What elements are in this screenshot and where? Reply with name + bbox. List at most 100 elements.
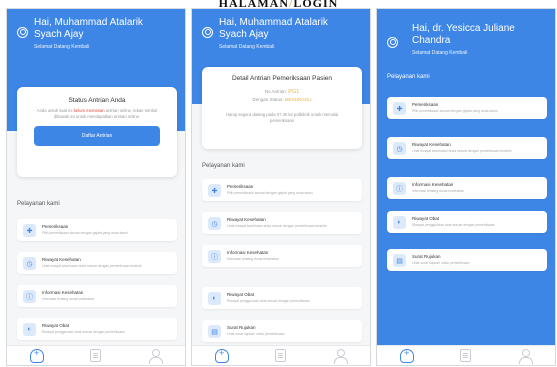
status-label: Dengan Status:: [252, 97, 284, 102]
home-icon[interactable]: [215, 348, 230, 363]
service-desc: Riwayat penggunaan obat sesuai dengan pe…: [42, 330, 125, 334]
service-title: Informasi Kesehatan: [227, 250, 269, 255]
user-icon[interactable]: [333, 348, 348, 364]
service-title: Informasi Kesehatan: [42, 290, 84, 295]
service-desc: Informasi tentang dunia kesehatan: [42, 297, 95, 301]
service-item-informasi-kesehatan[interactable]: ⓘ Informasi Kesehatan Informasi tentang d…: [202, 245, 362, 267]
greeting-line-2: Syach Ajay: [34, 29, 84, 40]
register-queue-button[interactable]: Daftar Antrian: [34, 126, 160, 146]
services-heading: Pelayanan kami: [202, 163, 245, 169]
card-title: Detail Antrian Pemeriksaan Pasien: [231, 75, 333, 82]
profile-icon[interactable]: [387, 37, 398, 48]
service-title: Riwayat Obat: [412, 216, 440, 221]
history-icon: ◷: [393, 142, 406, 155]
service-desc: Riwayat penggunaan obat sesuai dengan pe…: [412, 223, 495, 227]
service-item-informasi-kesehatan[interactable]: ⓘ Informasi Kesehatan Informasi tentang d…: [387, 177, 547, 199]
card-title: Status Antrian Anda: [68, 97, 126, 104]
info-icon: ⓘ: [208, 250, 221, 263]
queue-status-card: Status Antrian Anda Anda untuk saat ini …: [17, 87, 177, 177]
info-icon: ⓘ: [23, 290, 36, 303]
service-item-pemeriksaan[interactable]: ✚ Pemeriksaan Pilih pemeriksaan sesuai de…: [202, 179, 362, 201]
service-title: Surat Rujukan: [412, 254, 441, 259]
pill-icon: ◐: [208, 292, 221, 305]
service-title: Riwayat Kesehatan: [227, 217, 266, 222]
service-title: Riwayat Obat: [42, 323, 70, 328]
document-icon: ▤: [393, 254, 406, 267]
screen-collage: HALAMAN/LOGIN Hai, Muhammad Atalarik Sya…: [0, 0, 557, 367]
greeting-row: Hai, Muhammad Atalarik Syach Ajay Selama…: [17, 17, 175, 50]
history-icon: ◷: [23, 257, 36, 270]
history-icon: ◷: [208, 217, 221, 230]
pill-icon: ◐: [23, 323, 36, 336]
service-title: Informasi Kesehatan: [412, 182, 454, 187]
service-item-pemeriksaan[interactable]: ✚ Pemeriksaan Pilih pemeriksaan sesuai de…: [387, 97, 547, 119]
service-item-informasi-kesehatan[interactable]: ⓘ Informasi Kesehatan Informasi tentang d…: [17, 285, 177, 307]
greeting-line-1: Hai, dr. Yesicca Juliane: [412, 23, 515, 34]
document-icon[interactable]: [460, 349, 472, 362]
service-desc: Riwayat penggunaan obat sesuai dengan pe…: [227, 299, 310, 303]
queue-code: PG1: [288, 89, 300, 95]
service-desc: Lihat riwayat kesehatan anda sesuai deng…: [227, 224, 327, 228]
greeting-row: Hai, dr. Yesicca Juliane Chandra Selamat…: [387, 23, 545, 56]
service-title: Riwayat Kesehatan: [412, 142, 451, 147]
service-desc: Pilih pemeriksaan sesuai dengan gejala y…: [227, 191, 313, 195]
service-item-pemeriksaan[interactable]: ✚ Pemeriksaan Pilih pemeriksaan sesuai de…: [17, 219, 177, 241]
greeting-line-2: Syach Ajay: [219, 29, 269, 40]
desc-prefix: Anda untuk saat ini: [36, 108, 73, 113]
service-title: Pemeriksaan: [227, 184, 254, 189]
service-item-surat-rujukan[interactable]: ▤ Surat Rujukan Lihat surat rujukan untuk…: [387, 249, 547, 271]
service-title: Surat Rujukan: [227, 325, 256, 330]
phone-screen-patient-queue: Hai, Muhammad Atalarik Syach Ajay Selama…: [191, 8, 371, 366]
profile-icon[interactable]: [17, 27, 28, 38]
greeting-line-1: Hai, Muhammad Atalarik: [219, 17, 328, 28]
greeting-subtitle: Selamat Datang Kembali: [412, 50, 468, 56]
home-icon[interactable]: [400, 348, 415, 363]
service-title: Riwayat Obat: [227, 292, 255, 297]
status-badge: MENUNGGU: [284, 97, 312, 102]
service-item-riwayat-obat[interactable]: ◐ Riwayat Obat Riwayat penggunaan obat se…: [387, 211, 547, 233]
service-title: Riwayat Kesehatan: [42, 257, 81, 262]
stethoscope-icon: ✚: [23, 224, 36, 237]
document-icon[interactable]: [275, 349, 287, 362]
desc-highlight: belum memesan: [73, 108, 105, 113]
service-item-riwayat-kesehatan[interactable]: ◷ Riwayat Kesehatan Lihat riwayat kesehat…: [387, 137, 547, 159]
greeting-row: Hai, Muhammad Atalarik Syach Ajay Selama…: [202, 17, 360, 50]
queue-detail-card: Detail Antrian Pemeriksaan Pasien No Ant…: [202, 67, 362, 149]
queue-status-row: Dengan Status: MENUNGGU: [202, 96, 362, 103]
service-item-riwayat-kesehatan[interactable]: ◷ Riwayat Kesehatan Lihat riwayat kesehat…: [202, 212, 362, 234]
phone-screen-doctor: Hai, dr. Yesicca Juliane Chandra Selamat…: [376, 8, 556, 366]
greeting-line-2: Chandra: [412, 35, 451, 46]
user-icon[interactable]: [148, 348, 163, 364]
service-desc: Lihat surat rujukan untuk pemeriksaan: [412, 261, 470, 265]
stethoscope-icon: ✚: [393, 102, 406, 115]
service-desc: Pilih pemeriksaan sesuai dengan gejala y…: [42, 231, 128, 235]
queue-number-row: No Antrian: PG1: [202, 88, 362, 96]
service-item-surat-rujukan[interactable]: ▤ Surat Rujukan Lihat surat rujukan untuk…: [202, 320, 362, 342]
info-icon: ⓘ: [393, 182, 406, 195]
service-desc: Lihat riwayat kesehatan anda sesuai deng…: [412, 149, 512, 153]
queue-note: Harap segera datang pada 07.30 ke polikl…: [225, 112, 339, 123]
bottom-nav: [377, 345, 555, 365]
service-item-riwayat-obat[interactable]: ◐ Riwayat Obat Riwayat penggunaan obat se…: [202, 287, 362, 309]
service-title: Pemeriksaan: [412, 102, 439, 107]
greeting-line-1: Hai, Muhammad Atalarik: [34, 17, 143, 28]
bottom-nav: [7, 345, 185, 365]
pill-icon: ◐: [393, 216, 406, 229]
service-item-riwayat-obat[interactable]: ◐ Riwayat Obat Riwayat penggunaan obat se…: [17, 318, 177, 340]
services-heading: Pelayanan kami: [17, 201, 60, 207]
profile-icon[interactable]: [202, 27, 213, 38]
phone-screen-patient-empty: Hai, Muhammad Atalarik Syach Ajay Selama…: [6, 8, 186, 366]
service-desc: Lihat surat rujukan untuk pemeriksaan: [227, 332, 285, 336]
bottom-nav: [192, 345, 370, 365]
services-heading: Pelayanan kami: [387, 74, 430, 80]
home-icon[interactable]: [30, 348, 45, 363]
service-desc: Informasi tentang dunia kesehatan: [227, 257, 280, 261]
user-icon[interactable]: [518, 348, 533, 364]
document-icon[interactable]: [90, 349, 102, 362]
greeting-subtitle: Selamat Datang Kembali: [34, 44, 90, 50]
service-item-riwayat-kesehatan[interactable]: ◷ Riwayat Kesehatan Lihat riwayat kesehat…: [17, 252, 177, 274]
queue-label: No Antrian:: [264, 89, 287, 94]
service-desc: Pilih pemeriksaan sesuai dengan gejala y…: [412, 109, 498, 113]
card-description: Anda untuk saat ini belum memesan antria…: [17, 104, 177, 120]
document-icon: ▤: [208, 325, 221, 338]
